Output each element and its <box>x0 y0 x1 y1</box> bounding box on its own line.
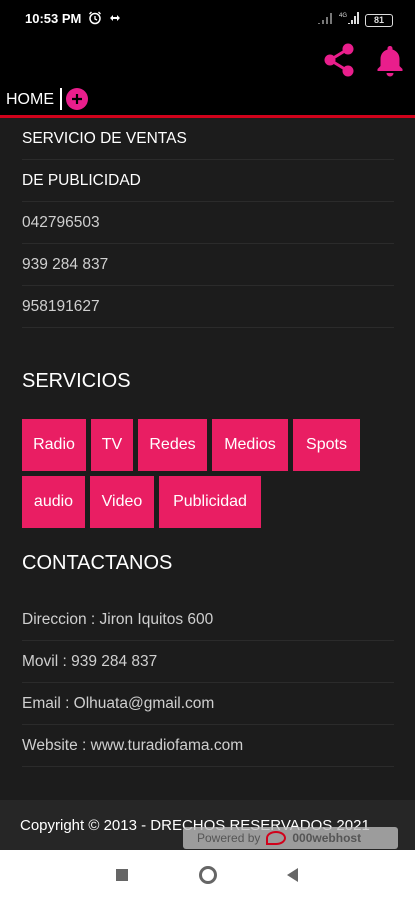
battery-icon: 81 <box>365 13 393 27</box>
battery-level: 81 <box>373 15 384 25</box>
tag-video[interactable]: Video <box>90 476 154 528</box>
bell-icon <box>377 46 403 77</box>
signal-4g-icon: 4G <box>339 11 359 29</box>
tag-radio[interactable]: Radio <box>22 419 86 471</box>
info-list: SERVICIO DE VENTAS DE PUBLICIDAD 0427965… <box>22 118 394 328</box>
plus-icon <box>72 94 82 104</box>
contact-list: Direccion : Jiron Iquitos 600 Movil : 93… <box>22 599 394 767</box>
status-time: 10:53 PM <box>25 11 82 26</box>
info-title-line-2: DE PUBLICIDAD <box>22 160 394 202</box>
share-icon <box>324 43 354 77</box>
system-nav-bar <box>0 850 415 900</box>
contact-address: Direccion : Jiron Iquitos 600 <box>22 599 394 641</box>
notifications-button[interactable] <box>370 40 410 80</box>
services-tags: Radio TV Redes Medios Spots audio Video … <box>22 419 394 533</box>
home-icon[interactable] <box>199 866 217 884</box>
tag-audio[interactable]: audio <box>22 476 85 528</box>
phone-number[interactable]: 939 284 837 <box>22 244 394 286</box>
contact-title: CONTACTANOS <box>22 552 173 574</box>
signal-icon <box>317 11 333 29</box>
phone-number[interactable]: 958191627 <box>22 286 394 328</box>
contact-website[interactable]: Website : www.turadiofama.com <box>22 725 394 767</box>
powered-by-badge[interactable]: Powered by 000webhost <box>183 827 398 849</box>
status-bar: 10:53 PM 4G 81 <box>0 0 415 40</box>
contact-phone[interactable]: Movil : 939 284 837 <box>22 641 394 683</box>
home-link[interactable]: HOME <box>6 91 54 109</box>
tag-redes[interactable]: Redes <box>138 419 207 471</box>
alarm-icon <box>88 11 102 30</box>
app-header: HOME <box>0 40 415 118</box>
tag-medios[interactable]: Medios <box>212 419 288 471</box>
powered-by-label: Powered by <box>197 831 261 845</box>
tag-tv[interactable]: TV <box>91 419 133 471</box>
share-button[interactable] <box>320 40 360 80</box>
powered-by-brand: 000webhost <box>292 831 362 845</box>
recents-icon[interactable] <box>116 869 128 881</box>
status-left-icons <box>88 11 122 30</box>
phone-number[interactable]: 042796503 <box>22 202 394 244</box>
back-icon[interactable] <box>287 868 298 882</box>
nav-divider <box>60 88 62 110</box>
status-right-icons: 4G 81 <box>317 11 393 29</box>
contact-email[interactable]: Email : Olhuata@gmail.com <box>22 683 394 725</box>
tag-spots[interactable]: Spots <box>293 419 360 471</box>
wifi-direct-icon <box>108 11 122 30</box>
main-content: SERVICIO DE VENTAS DE PUBLICIDAD 0427965… <box>0 118 415 800</box>
add-button[interactable] <box>66 88 88 110</box>
info-title-line-1: SERVICIO DE VENTAS <box>22 118 394 160</box>
webhost-logo-icon <box>266 831 287 845</box>
svg-text:4G: 4G <box>339 13 347 19</box>
footer: Copyright © 2013 - DRECHOS RESERVADOS 20… <box>0 800 415 850</box>
tag-publicidad[interactable]: Publicidad <box>159 476 261 528</box>
services-title: SERVICIOS <box>22 370 131 392</box>
